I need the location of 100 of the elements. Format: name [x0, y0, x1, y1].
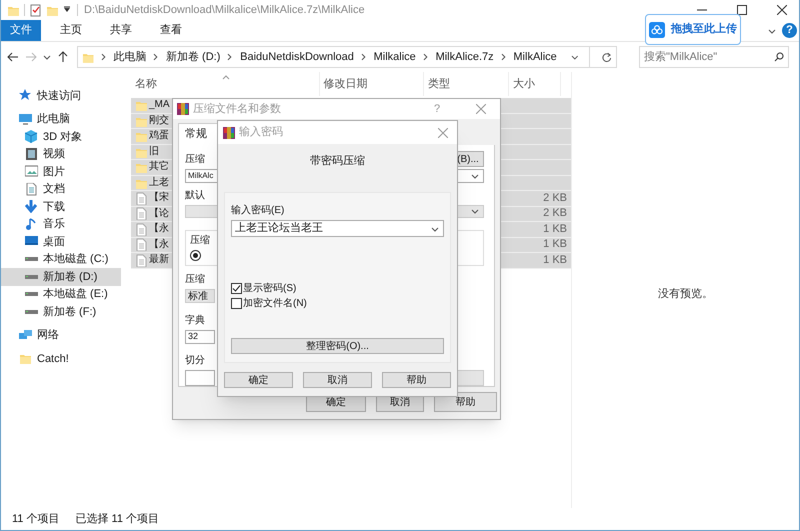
checkbox-label[interactable]: 显示密码(S)	[243, 281, 296, 296]
archive-icon	[223, 126, 235, 138]
field-label: 字典	[185, 314, 206, 328]
ribbon-tab[interactable]: 主页	[51, 20, 91, 41]
search-icon	[774, 52, 784, 62]
column-header[interactable]: 类型	[428, 76, 450, 92]
chevron-right-icon	[360, 53, 367, 61]
checkbox-label[interactable]: 加密文件名(N)	[243, 296, 307, 311]
field-label: 压缩	[185, 152, 205, 166]
field-label: 切分	[185, 354, 206, 368]
dropdown-arrow-icon[interactable]	[63, 6, 71, 14]
help-button[interactable]: ?	[782, 23, 797, 38]
upload-button[interactable]: 拖拽至此上传	[645, 14, 741, 45]
sidebar-item[interactable]: 新加卷 (D:)	[1, 268, 121, 286]
chevron-right-icon	[227, 53, 234, 61]
chevron-down-icon[interactable]	[471, 172, 479, 180]
split-field[interactable]	[185, 370, 215, 386]
dialog-tab[interactable]: 常规	[178, 123, 218, 145]
sidebar-item[interactable]: 文档	[1, 180, 121, 198]
sidebar-item[interactable]: 视频	[1, 146, 121, 163]
item-count: 11 个项目	[12, 512, 60, 527]
chevron-down-icon[interactable]	[471, 207, 479, 216]
sidebar-item[interactable]: 本地磁盘 (E:)	[1, 286, 121, 303]
dialog-title: 输入密码	[239, 124, 283, 140]
checkbox[interactable]	[231, 298, 242, 309]
field-label: 输入密码(E)	[231, 204, 284, 218]
dialog-title: 压缩文件名和参数	[193, 102, 281, 117]
music-icon	[25, 218, 38, 231]
star-icon	[19, 89, 32, 102]
network-icon	[19, 328, 32, 342]
folder-icon	[135, 130, 147, 142]
dialog-button[interactable]: 帮助	[382, 372, 451, 388]
document-icon	[135, 238, 147, 252]
ribbon-tab[interactable]: 共享	[101, 20, 141, 41]
sidebar-item[interactable]: 快速访问	[1, 87, 121, 104]
folder-icon	[19, 352, 32, 366]
chevron-down-icon[interactable]	[570, 53, 578, 61]
pc-icon	[19, 112, 32, 126]
close-icon[interactable]	[777, 5, 787, 15]
sidebar-item[interactable]: 图片	[1, 163, 121, 180]
document-icon	[135, 254, 147, 267]
sidebar-item[interactable]: 网络	[1, 326, 121, 344]
drive-icon	[25, 292, 38, 296]
maximize-icon[interactable]	[737, 5, 747, 15]
document-icon	[135, 192, 147, 205]
organize-button[interactable]: 整理密码(O)...	[231, 338, 444, 354]
checkbox[interactable]	[231, 283, 242, 294]
dialog-button[interactable]: 确定	[224, 372, 293, 388]
sort-up-icon	[222, 75, 230, 80]
sidebar-item[interactable]: 本地磁盘 (C:)	[1, 250, 121, 268]
breadcrumb-item[interactable]: MilkAlice	[513, 48, 557, 66]
ribbon-tab[interactable]: 查看	[151, 20, 191, 41]
dialog-button[interactable]: 帮助	[434, 392, 497, 412]
sidebar-item[interactable]: Catch!	[1, 350, 121, 368]
chevron-right-icon	[100, 53, 106, 61]
breadcrumb-item[interactable]: 新加卷 (D:)	[166, 48, 220, 66]
column-header[interactable]: 大小	[513, 76, 536, 92]
chevron-right-icon	[153, 53, 159, 61]
dictionary-field[interactable]: 32	[185, 330, 215, 344]
chevron-down-icon[interactable]	[768, 26, 776, 34]
breadcrumb-item[interactable]: 此电脑	[113, 48, 146, 66]
breadcrumb-item[interactable]: MilkAlice.7z	[436, 48, 494, 66]
preview-message: 没有预览。	[658, 287, 713, 302]
sidebar-item[interactable]: 3D 对象	[1, 128, 121, 146]
column-header[interactable]: 修改日期	[324, 76, 368, 92]
sidebar-item[interactable]: 新加卷 (F:)	[1, 303, 121, 320]
selection-count: 已选择 11 个项目	[75, 512, 160, 527]
cube-icon	[25, 130, 38, 144]
up-arrow-icon[interactable]	[57, 51, 69, 63]
address-bar[interactable]: 此电脑 新加卷 (D:) BaiduNetdiskDownload Milkalice MilkAlice.7z MilkAlice	[77, 46, 617, 68]
field-label: 压缩	[185, 272, 206, 287]
back-arrow-icon[interactable]	[7, 51, 19, 63]
refresh-icon[interactable]	[601, 52, 612, 62]
method-dropdown[interactable]: 标准	[185, 289, 215, 303]
breadcrumb-item[interactable]: Milkalice	[374, 48, 416, 66]
sidebar-item[interactable]: 此电脑	[1, 110, 121, 128]
drive-icon	[25, 257, 38, 262]
dialog-heading: 带密码压缩	[310, 154, 365, 169]
chevron-down-icon[interactable]	[43, 53, 51, 61]
sidebar-item[interactable]: 下载	[1, 198, 121, 216]
search-field[interactable]: 搜索"MilkAlice"	[639, 46, 789, 68]
checkmark-icon	[232, 284, 241, 293]
dialog-button[interactable]: 取消	[303, 372, 372, 388]
image-icon	[25, 165, 38, 178]
chevron-right-icon	[500, 53, 506, 61]
chevron-down-icon[interactable]	[431, 224, 439, 232]
drive-icon	[25, 274, 38, 279]
drive-icon	[25, 310, 38, 314]
ribbon-tab[interactable]: 文件	[1, 20, 41, 41]
sidebar-item[interactable]: 音乐	[1, 216, 121, 233]
checklist-icon[interactable]	[29, 4, 42, 16]
column-header[interactable]: 名称	[135, 76, 157, 92]
archive-icon	[177, 103, 189, 115]
breadcrumb-item[interactable]: BaiduNetdiskDownload	[240, 48, 354, 66]
document-icon	[135, 207, 147, 220]
field-label: 默认	[185, 189, 206, 203]
window-title: D:\BaiduNetdiskDownload\Milkalice\MilkAlice.7z\MilkAlice	[84, 2, 365, 18]
sidebar-item[interactable]: 桌面	[1, 233, 121, 250]
radio-button[interactable]	[190, 250, 201, 261]
password-combo[interactable]: 上老王论坛当老王	[231, 220, 444, 237]
